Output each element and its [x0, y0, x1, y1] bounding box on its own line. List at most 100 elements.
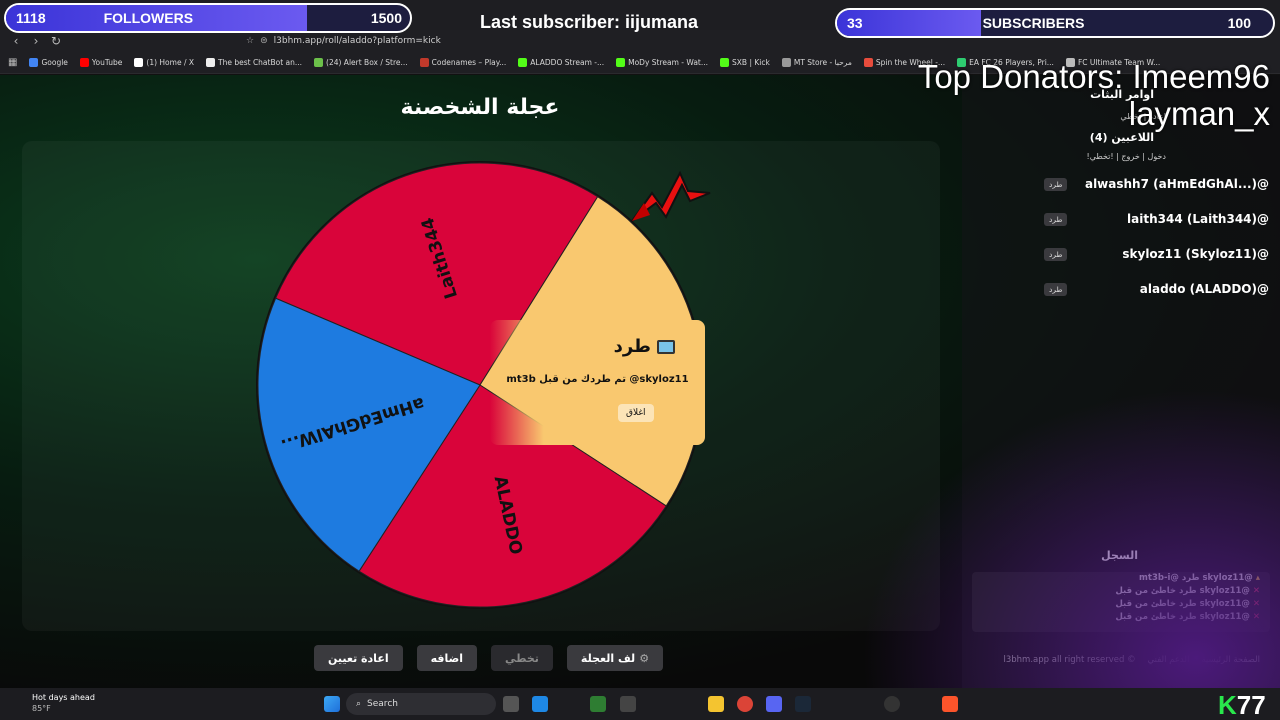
- wheel-pointer-icon: [631, 170, 711, 222]
- search-label: Search: [367, 699, 398, 709]
- widgets-icon[interactable]: [532, 696, 548, 712]
- players-hint: !دخول | خروج | !تخطي: [1086, 152, 1166, 161]
- bookmark-item[interactable]: MT Store - مرحبا: [781, 58, 852, 67]
- discord-icon[interactable]: [766, 696, 782, 712]
- brave-icon[interactable]: [942, 696, 958, 712]
- subscribers-current: 33: [847, 15, 863, 31]
- players-title: اللاعبين (4): [1089, 131, 1154, 144]
- reset-button[interactable]: اعادة تعيين: [314, 645, 403, 671]
- computer-icon: [657, 339, 675, 354]
- bookmark-favicon-icon: [314, 58, 324, 67]
- log-entry: طرد خاطئ من قبل skyloz11@ ✕: [972, 598, 1270, 611]
- bookmark-favicon-icon: [29, 58, 39, 67]
- bookmark-favicon-icon: [134, 58, 144, 67]
- bookmark-item[interactable]: YouTube: [79, 58, 122, 67]
- error-x-icon: ✕: [1249, 586, 1260, 596]
- last-subscriber: Last subscriber: iijumana: [480, 12, 699, 32]
- kick-player-button[interactable]: طرد: [1044, 282, 1068, 296]
- spin-button[interactable]: لف العجلة ⚙: [566, 645, 664, 671]
- wheel-controls: اعادة تعيين اضافه تخطي لف العجلة ⚙: [314, 645, 664, 671]
- bookmark-label: SXB | Kick: [732, 58, 770, 67]
- bookmark-favicon-icon: [518, 58, 528, 67]
- footer-links: l3bhm.app all right reserved © الدعم الف…: [1004, 655, 1261, 665]
- bookmark-item[interactable]: ALADDO Stream -...: [518, 58, 604, 67]
- windows-taskbar: Hot days ahead 85°F ⌕ Search: [0, 688, 1280, 720]
- player-row: طرد skyloz11 (Skyloz11)@: [1044, 245, 1269, 263]
- page-title: عجلة الشخصنة: [400, 95, 560, 120]
- log-text: طرد خاطئ من قبل skyloz11@: [1115, 612, 1250, 622]
- bookmark-label: MoDy Stream - Wat...: [628, 58, 709, 67]
- player-name: skyloz11 (Skyloz11)@: [1122, 247, 1269, 261]
- bookmark-favicon-icon: [863, 58, 873, 67]
- followers-goal: 1500: [370, 10, 402, 26]
- toast-close-button[interactable]: اغلاق: [618, 404, 654, 422]
- bookmark-favicon-icon: [616, 58, 626, 67]
- log-entry: طرد خاطئ من قبل skyloz11@ ✕: [972, 611, 1270, 624]
- bookmark-star-icon[interactable]: ☆: [246, 36, 254, 46]
- bookmark-item[interactable]: MoDy Stream - Wat...: [616, 58, 708, 67]
- chrome-icon[interactable]: [737, 696, 753, 712]
- weather-title: Hot days ahead: [32, 693, 95, 702]
- bookmark-item[interactable]: Codenames – Play...: [419, 58, 506, 67]
- kick-player-button[interactable]: طرد: [1044, 247, 1068, 261]
- store-icon[interactable]: [620, 696, 636, 712]
- forward-icon[interactable]: ›: [26, 31, 46, 51]
- log-text: mt3b-i@ طرد skyloz11@: [1139, 573, 1253, 583]
- taskbar-search[interactable]: ⌕ Search: [346, 693, 496, 715]
- address-bar[interactable]: ☆ ⊜ l3bhm.app/roll/aladdo?platform=kick: [246, 33, 830, 49]
- xbox-icon[interactable]: [590, 696, 606, 712]
- apps-grid-icon[interactable]: ▦: [8, 57, 17, 68]
- bookmark-label: (24) Alert Box / Stre...: [326, 58, 408, 67]
- kick-player-button[interactable]: طرد: [1044, 177, 1068, 191]
- bookmark-item[interactable]: (1) Home / X: [134, 58, 194, 67]
- bookmark-item[interactable]: Google: [29, 58, 68, 67]
- top-donators: Top Donators: Imeem96 layman_x: [918, 58, 1270, 132]
- bookmark-favicon-icon: [206, 58, 215, 67]
- task-view-icon[interactable]: [503, 696, 519, 712]
- toast-message: mt3b تم طردك من قبل @skyloz11: [506, 374, 689, 385]
- followers-current: 1118: [16, 10, 46, 26]
- file-explorer-icon[interactable]: [708, 696, 724, 712]
- bookmark-item[interactable]: (24) Alert Box / Stre...: [314, 58, 408, 67]
- bookmark-favicon-icon: [720, 58, 730, 67]
- kick-player-button[interactable]: طرد: [1044, 212, 1068, 226]
- steam-icon[interactable]: [795, 696, 811, 712]
- error-x-icon: ✕: [1249, 612, 1260, 622]
- bookmark-label: The best ChatBot an...: [218, 58, 303, 67]
- subscribers-goal: 100: [1227, 15, 1251, 31]
- log-text: طرد خاطئ من قبل skyloz11@: [1115, 586, 1250, 596]
- obs-icon[interactable]: [884, 696, 900, 712]
- wheel-page: عجلة الشخصنة Laith344 ALADDO aHmEdGhAlW...…: [0, 58, 1280, 688]
- kick-notification: طرد mt3b تم طردك من قبل @skyloz11 اغلاق: [490, 320, 705, 445]
- toast-title: طرد: [614, 336, 675, 357]
- log-box: mt3b-i@ طرد skyloz11@ ▴ طرد خاطئ من قبل s…: [972, 572, 1270, 632]
- reload-icon[interactable]: ↻: [46, 31, 66, 51]
- back-icon[interactable]: ‹: [6, 31, 26, 51]
- kick-badge: K77: [1218, 690, 1266, 720]
- site-info-icon[interactable]: ⊜: [260, 36, 268, 46]
- player-row: طرد laith344 (Laith344)@: [1044, 210, 1269, 228]
- player-row: طرد alwashh7 (aHmEdGhAl...)@: [1044, 175, 1269, 193]
- skip-button[interactable]: تخطي: [491, 645, 553, 671]
- bookmark-item[interactable]: SXB | Kick: [720, 58, 770, 67]
- bookmark-favicon-icon: [79, 58, 89, 67]
- footer-home-link[interactable]: الصفحة الرئيسية: [1201, 655, 1260, 665]
- player-row: طرد aladdo (ALADDO)@: [1044, 280, 1269, 298]
- donator-line: Top Donators: Imeem96: [917, 58, 1270, 95]
- spin-label: لف العجلة: [580, 651, 636, 665]
- windows-start-icon[interactable]: [324, 696, 340, 712]
- log-text: طرد خاطئ من قبل skyloz11@: [1115, 599, 1250, 609]
- url-text: l3bhm.app/roll/aladdo?platform=kick: [273, 36, 441, 46]
- bookmark-item[interactable]: The best ChatBot an...: [206, 58, 302, 67]
- log-title: السجل: [1101, 549, 1138, 562]
- footer-support-link[interactable]: الدعم الفني: [1148, 655, 1190, 665]
- weather-widget[interactable]: Hot days ahead 85°F: [14, 692, 95, 714]
- toast-title-text: طرد: [613, 336, 651, 357]
- error-x-icon: ✕: [1249, 599, 1260, 609]
- kick-logo-icon: K: [1218, 690, 1237, 720]
- bookmark-label: Google: [41, 58, 68, 67]
- add-button[interactable]: اضافه: [416, 645, 478, 671]
- weather-temp: 85°F: [32, 704, 51, 713]
- log-entry: طرد خاطئ من قبل skyloz11@ ✕: [972, 585, 1270, 598]
- player-name: alwashh7 (aHmEdGhAl...)@: [1084, 177, 1269, 191]
